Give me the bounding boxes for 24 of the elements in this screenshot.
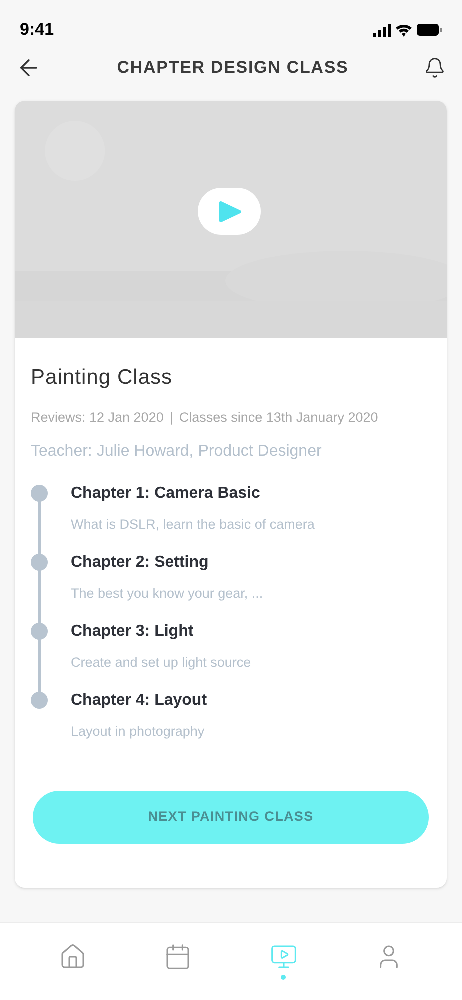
meta-text: Classes since 13th January 2020	[179, 408, 378, 427]
chapter-subtitle: Create and set up light source	[71, 654, 252, 672]
chapter-title[interactable]: Chapter 4: Layout	[71, 688, 208, 713]
play-icon	[218, 200, 242, 222]
calendar-icon	[164, 943, 192, 971]
laptop-play-icon	[270, 943, 298, 971]
house-icon	[58, 943, 87, 971]
meta-text: Reviews: 12 Jan 2020	[31, 408, 164, 426]
wifi-icon	[396, 24, 412, 36]
notification-button[interactable]	[424, 57, 446, 79]
chapter-subtitle: What is DSLR, learn the basic of camera	[71, 516, 315, 534]
bell-icon	[424, 57, 446, 79]
status-time: 9:41	[20, 19, 54, 42]
chapter-title[interactable]: Chapter 3: Light	[71, 620, 252, 644]
battery-icon	[417, 24, 442, 36]
chapter-title[interactable]: Chapter 1: Camera Basic	[71, 482, 315, 506]
course-title: Painting Class	[31, 365, 174, 391]
signal-icon	[373, 24, 391, 36]
chapter-title[interactable]: Chapter 2: Setting	[71, 550, 264, 575]
separator: |	[170, 408, 174, 427]
chapter-subtitle: The best you know your gear, ...	[71, 584, 264, 603]
page-title: CHAPTER DESIGN CLASS	[117, 57, 349, 80]
teacher-text: Teacher: Julie Howard, Product Designer	[31, 442, 323, 462]
chapter-subtitle: Layout in photography	[71, 722, 206, 741]
